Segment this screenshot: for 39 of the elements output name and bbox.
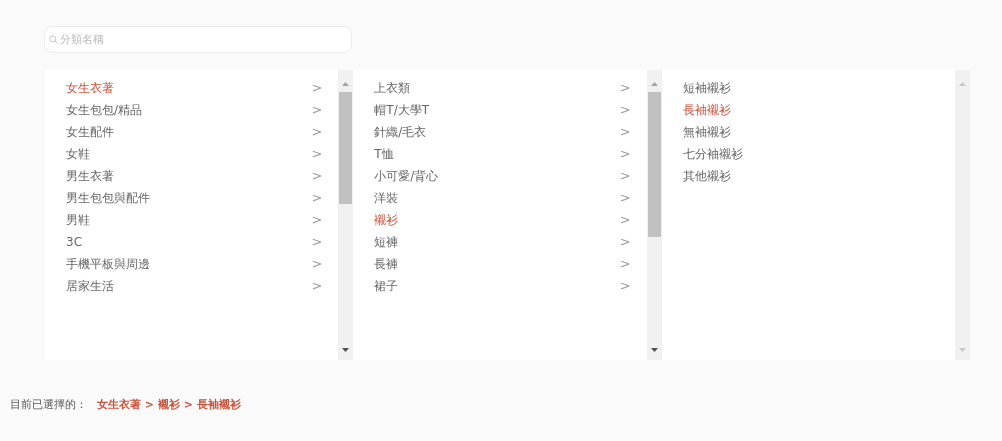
category-item[interactable]: 女生包包/精品 >: [66, 99, 339, 121]
scroll-up-icon[interactable]: [650, 82, 658, 86]
category-item[interactable]: 其他襯衫: [682, 165, 955, 187]
category-item[interactable]: T恤 >: [374, 143, 647, 165]
category-item[interactable]: 襯衫 >: [374, 209, 647, 231]
category-item[interactable]: 3C >: [66, 231, 339, 253]
scrollbar[interactable]: [338, 70, 354, 360]
category-item[interactable]: 短袖襯衫: [682, 77, 955, 99]
scroll-down-icon[interactable]: [650, 348, 658, 352]
category-item[interactable]: 洋裝 >: [374, 187, 647, 209]
search-icon: [49, 35, 58, 44]
category-item[interactable]: 居家生活 >: [66, 275, 339, 297]
category-item[interactable]: 女生衣著 >: [66, 77, 339, 99]
selection-label: 目前已選擇的：: [10, 397, 87, 413]
category-item[interactable]: 長褲 >: [374, 253, 647, 275]
category-item[interactable]: 男鞋 >: [66, 209, 339, 231]
category-item[interactable]: 無袖襯衫: [682, 121, 955, 143]
category-item[interactable]: 手機平板與周邊 >: [66, 253, 339, 275]
category-item[interactable]: 短褲 >: [374, 231, 647, 253]
category-item[interactable]: 小可愛/背心 >: [374, 165, 647, 187]
scroll-thumb[interactable]: [339, 92, 353, 204]
search-field[interactable]: 分類名稱: [44, 26, 352, 53]
scroll-up-icon[interactable]: [959, 82, 966, 86]
scrollbar[interactable]: [955, 70, 970, 360]
selection-path: 女生衣著 > 襯衫 > 長袖襯衫: [97, 397, 241, 413]
scroll-up-icon[interactable]: [342, 82, 350, 86]
category-item[interactable]: 七分袖襯衫: [682, 143, 955, 165]
scroll-thumb[interactable]: [647, 92, 661, 237]
category-item[interactable]: 男生衣著 >: [66, 165, 339, 187]
category-item[interactable]: 男生包包與配件 >: [66, 187, 339, 209]
scrollbar[interactable]: [646, 70, 662, 360]
category-item[interactable]: 長袖襯衫: [682, 99, 955, 121]
scroll-down-icon[interactable]: [342, 348, 350, 352]
category-item[interactable]: 上衣類 >: [374, 77, 647, 99]
category-item[interactable]: 女鞋 >: [66, 143, 339, 165]
category-item[interactable]: 帽T/大學T >: [374, 99, 647, 121]
category-item[interactable]: 裙子 >: [374, 275, 647, 297]
category-item[interactable]: 女生配件 >: [66, 121, 339, 143]
category-item[interactable]: 針織/毛衣 >: [374, 121, 647, 143]
